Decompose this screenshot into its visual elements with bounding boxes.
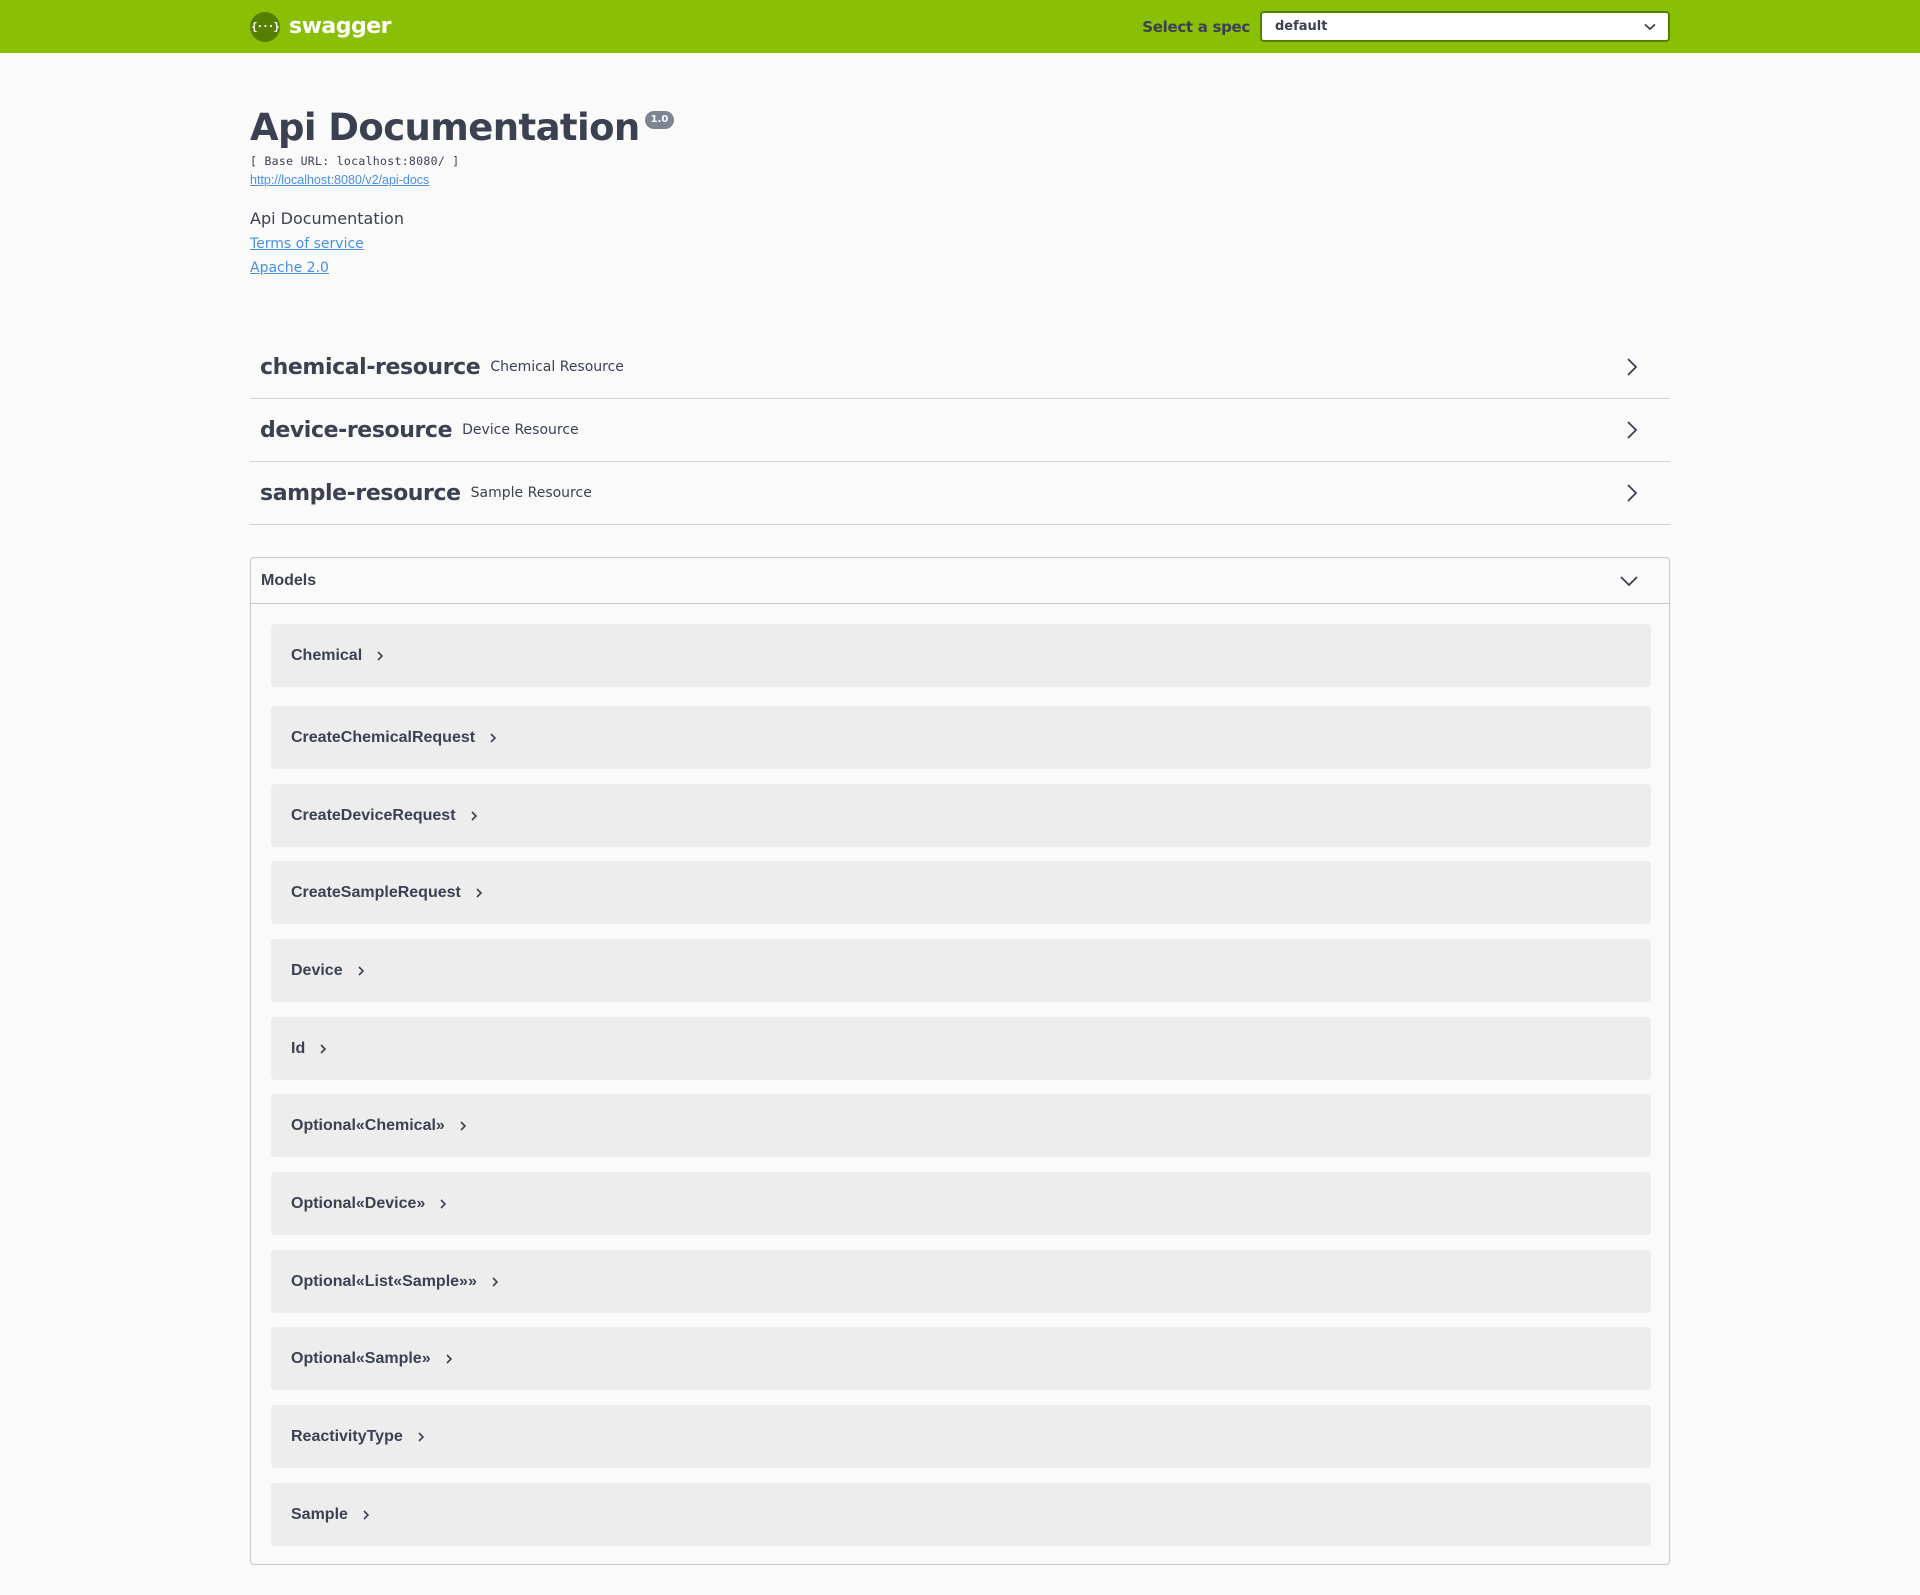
license-link[interactable]: Apache 2.0 bbox=[250, 260, 1670, 276]
model-item-sample[interactable]: Sample bbox=[271, 1483, 1651, 1546]
model-name: CreateSampleRequest bbox=[291, 883, 461, 901]
tag-device-resource[interactable]: device-resource Device Resource bbox=[250, 399, 1670, 462]
model-item-reactivity-type[interactable]: ReactivityType bbox=[271, 1405, 1651, 1468]
model-item-create-chemical-request[interactable]: CreateChemicalRequest bbox=[271, 706, 1651, 769]
model-item-id[interactable]: Id bbox=[271, 1017, 1651, 1080]
tag-description: Chemical Resource bbox=[490, 359, 624, 375]
spec-selector: Select a spec default bbox=[1142, 11, 1670, 42]
model-item-optional-list-sample[interactable]: Optional«List«Sample»» bbox=[271, 1250, 1651, 1313]
title-row: Api Documentation 1.0 bbox=[250, 104, 1670, 152]
model-name: Optional«Chemical» bbox=[291, 1116, 445, 1134]
tag-name: sample-resource bbox=[260, 480, 461, 506]
chevron-right-icon bbox=[439, 1198, 447, 1210]
spec-label: Select a spec bbox=[1142, 17, 1250, 36]
tag-sections: chemical-resource Chemical Resource devi… bbox=[250, 336, 1670, 525]
chevron-right-icon bbox=[357, 965, 365, 977]
brand-text: swagger bbox=[289, 14, 392, 39]
swagger-logo-icon: {···} bbox=[250, 11, 280, 42]
chevron-down-icon bbox=[1644, 23, 1656, 31]
info-section: Api Documentation 1.0 [ Base URL: localh… bbox=[250, 104, 1670, 276]
topbar-inner: {···} swagger Select a spec default bbox=[250, 0, 1670, 53]
spec-select-value: default bbox=[1275, 19, 1328, 34]
tag-description: Sample Resource bbox=[470, 485, 592, 501]
tag-description: Device Resource bbox=[462, 422, 579, 438]
models-header[interactable]: Models bbox=[251, 558, 1669, 604]
model-name: Chemical bbox=[291, 646, 363, 664]
models-title: Models bbox=[261, 571, 317, 589]
swagger-logo-link[interactable]: {···} swagger bbox=[250, 11, 392, 42]
api-docs-link[interactable]: http://localhost:8080/v2/api-docs bbox=[250, 173, 429, 187]
model-name: ReactivityType bbox=[291, 1427, 403, 1445]
api-description: Api Documentation bbox=[250, 209, 404, 228]
chevron-right-icon bbox=[470, 810, 478, 822]
model-name: Optional«List«Sample»» bbox=[291, 1272, 477, 1290]
model-item-optional-chemical[interactable]: Optional«Chemical» bbox=[271, 1094, 1651, 1157]
tag-name: chemical-resource bbox=[260, 354, 481, 380]
model-item-create-device-request[interactable]: CreateDeviceRequest bbox=[271, 784, 1651, 847]
tag-sample-resource[interactable]: sample-resource Sample Resource bbox=[250, 462, 1670, 525]
chevron-right-icon bbox=[489, 732, 497, 744]
models-section: Models Chemical CreateChemicalRequest Cr… bbox=[250, 557, 1670, 1565]
chevron-down-icon bbox=[1619, 575, 1639, 587]
model-name: Sample bbox=[291, 1505, 348, 1523]
model-item-optional-device[interactable]: Optional«Device» bbox=[271, 1172, 1651, 1235]
model-item-device[interactable]: Device bbox=[271, 939, 1651, 1002]
model-item-optional-sample[interactable]: Optional«Sample» bbox=[271, 1327, 1651, 1390]
model-item-chemical[interactable]: Chemical bbox=[271, 624, 1651, 687]
terms-of-service-link[interactable]: Terms of service bbox=[250, 236, 1670, 252]
tag-chemical-resource[interactable]: chemical-resource Chemical Resource bbox=[250, 336, 1670, 399]
chevron-right-icon bbox=[459, 1120, 467, 1132]
version-badge: 1.0 bbox=[644, 111, 675, 129]
model-name: Device bbox=[291, 961, 343, 979]
model-name: CreateChemicalRequest bbox=[291, 728, 476, 746]
model-name: Id bbox=[291, 1039, 306, 1057]
chevron-right-icon bbox=[445, 1353, 453, 1365]
chevron-right-icon bbox=[1626, 357, 1638, 377]
chevron-right-icon bbox=[417, 1431, 425, 1443]
chevron-right-icon bbox=[491, 1276, 499, 1288]
model-name: Optional«Device» bbox=[291, 1194, 426, 1212]
chevron-right-icon bbox=[1626, 420, 1638, 440]
tag-name: device-resource bbox=[260, 417, 453, 443]
topbar: {···} swagger Select a spec default bbox=[0, 0, 1920, 53]
model-item-create-sample-request[interactable]: CreateSampleRequest bbox=[271, 861, 1651, 924]
spec-select[interactable]: default bbox=[1260, 11, 1670, 42]
chevron-right-icon bbox=[475, 887, 483, 899]
chevron-right-icon bbox=[362, 1509, 370, 1521]
chevron-right-icon bbox=[1626, 483, 1638, 503]
page-title: Api Documentation bbox=[250, 106, 640, 149]
chevron-right-icon bbox=[319, 1043, 327, 1055]
model-name: Optional«Sample» bbox=[291, 1349, 431, 1367]
base-url: [ Base URL: localhost:8080/ ] bbox=[250, 154, 460, 168]
model-name: CreateDeviceRequest bbox=[291, 806, 456, 824]
chevron-right-icon bbox=[376, 650, 384, 662]
